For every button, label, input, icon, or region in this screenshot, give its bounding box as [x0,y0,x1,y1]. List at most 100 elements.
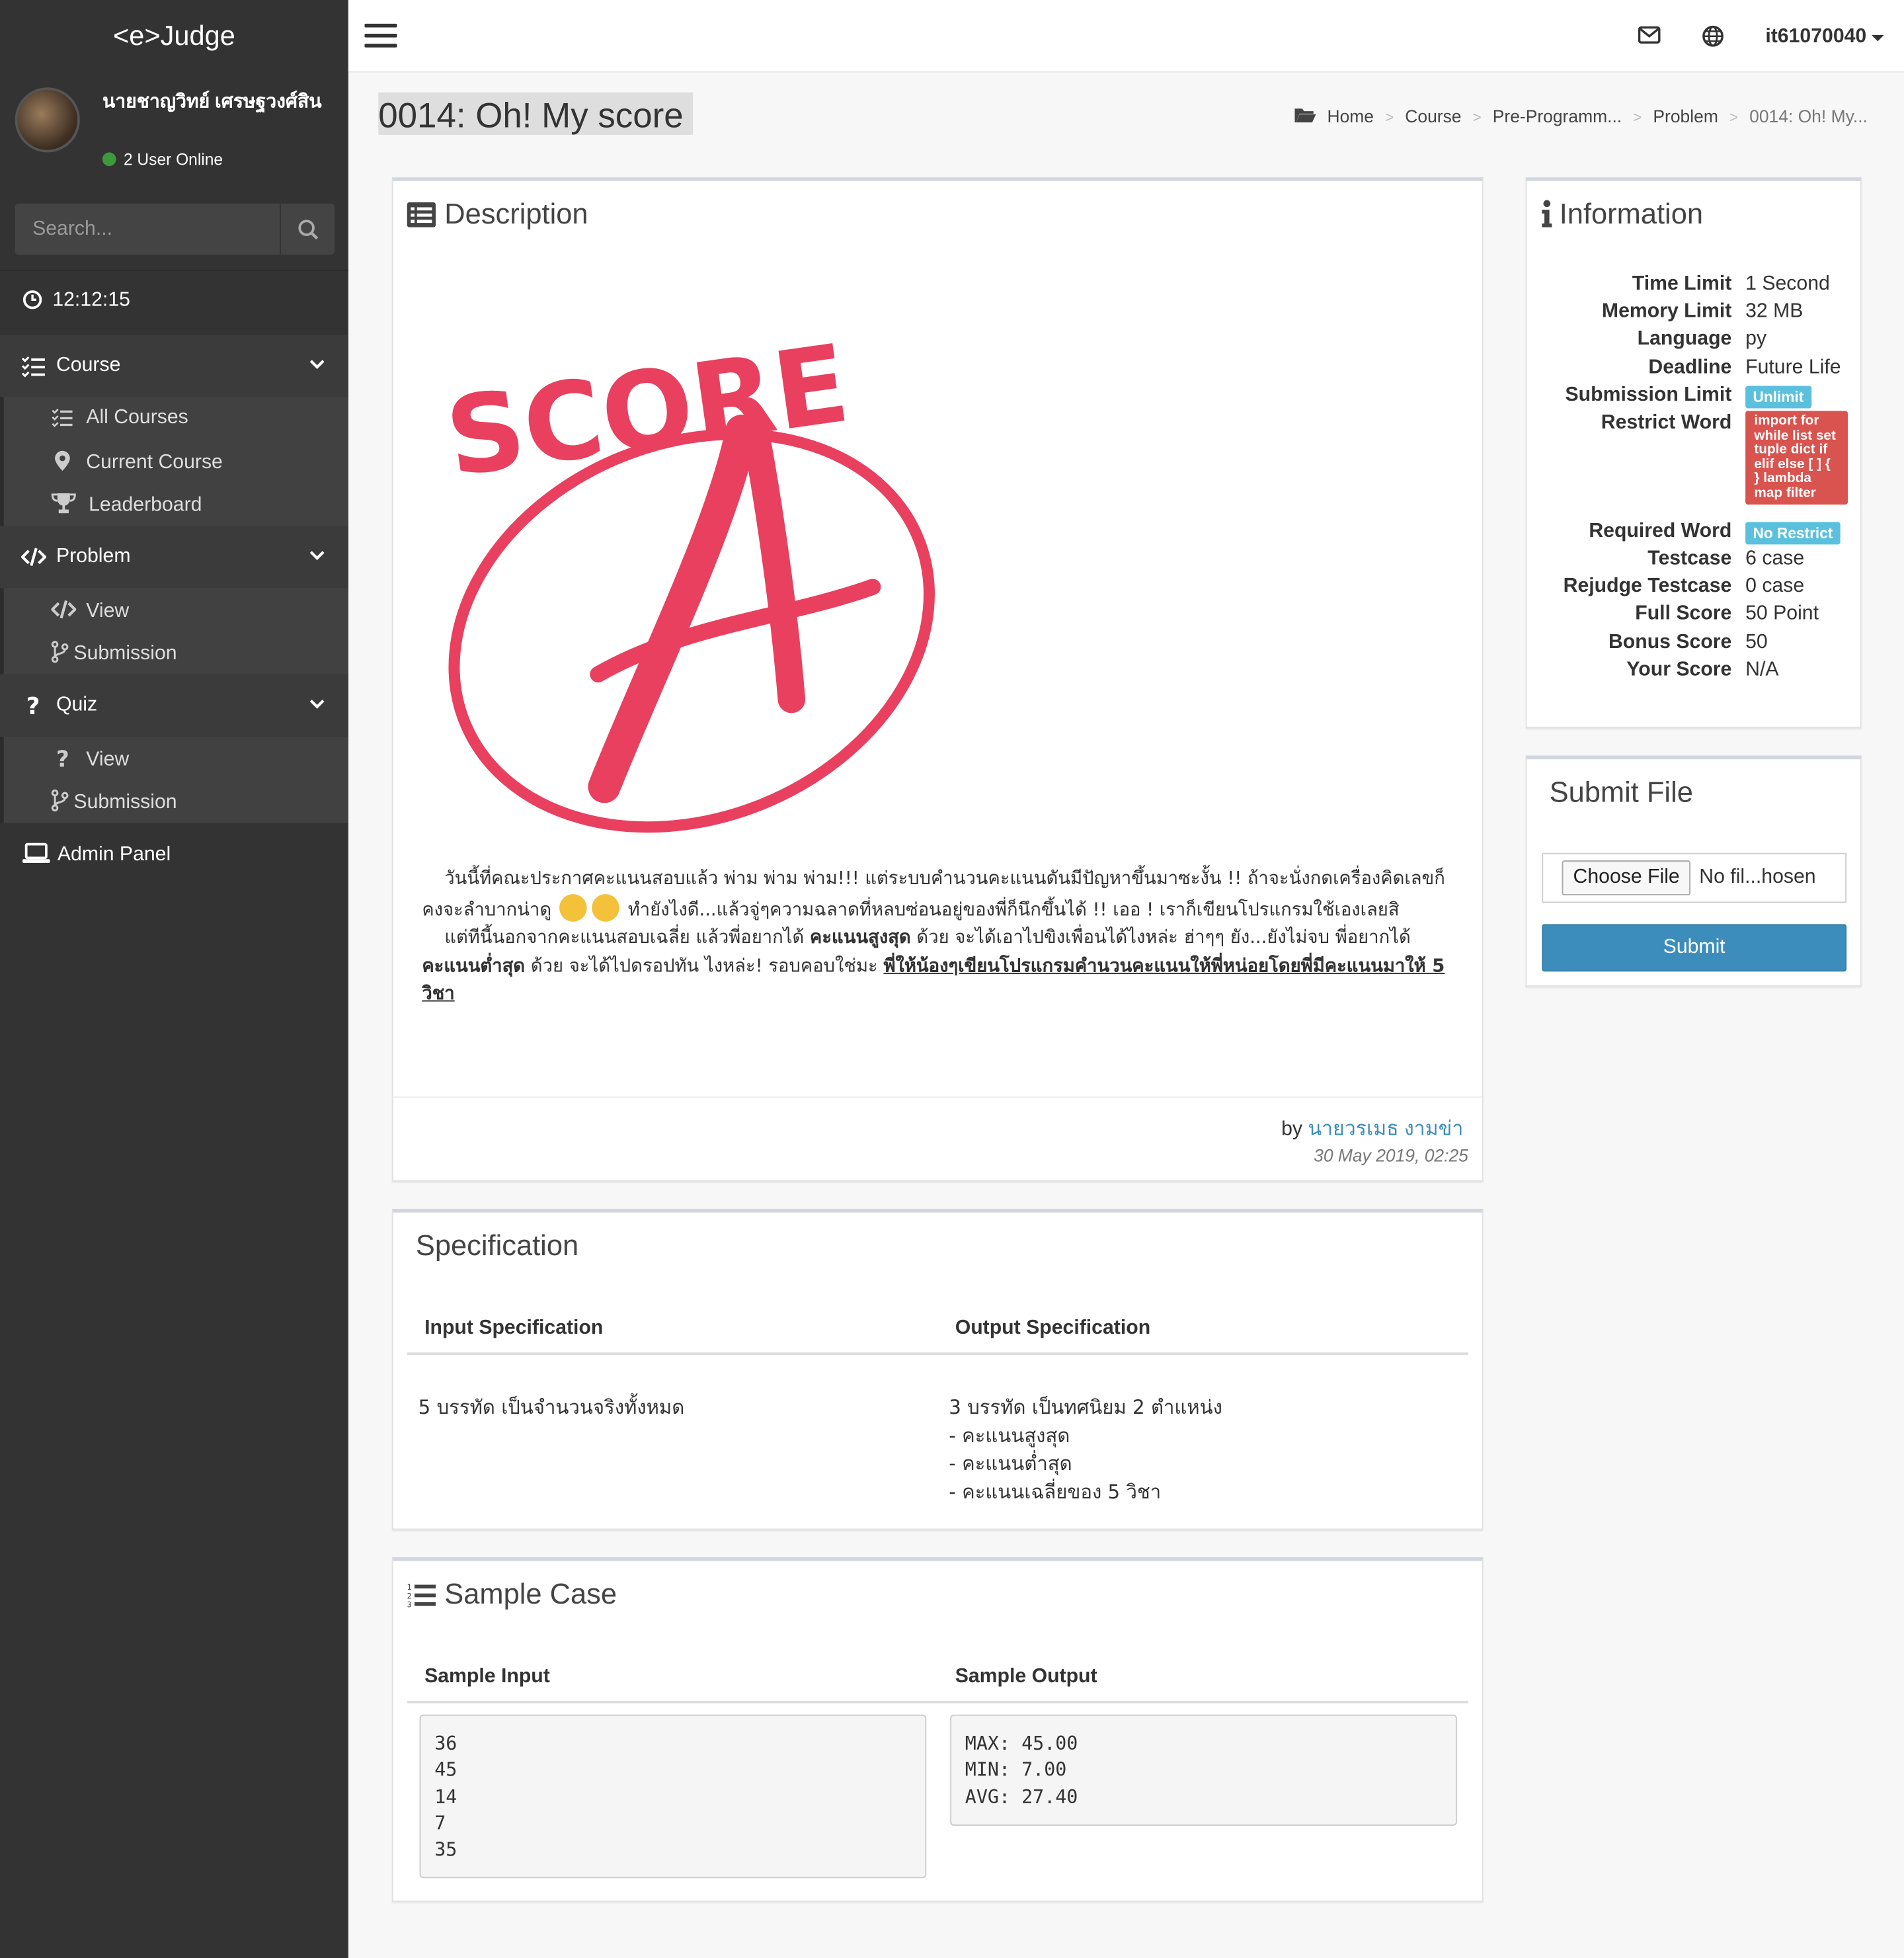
specification-title: Specification [415,1229,579,1262]
info-key: Bonus Score [1608,632,1732,653]
sidebar-item-admin-panel[interactable]: Admin Panel [22,842,171,867]
file-input[interactable]: Choose File No fil...hosen [1542,852,1847,903]
info-required-word: Required Word No Restrict [1527,521,1862,549]
list-alt-icon [407,202,436,227]
code-icon [21,548,46,567]
input-spec-text: 5 บรรทัด เป็นจำนวนจริงทั้งหมด [418,1396,685,1419]
user-name: นายชาญวิทย์ เศรษฐวงศ์สิน [102,91,322,112]
envelope-icon[interactable] [1638,25,1661,45]
author-link[interactable]: นายวรเมธ งามข่า [1308,1119,1463,1140]
description-body: วันนี้ที่คณะประกาศคะแนนสอบแล้ว พ่าม พ่าม… [422,866,1458,1008]
info-value: 32 MB [1745,301,1804,323]
info-key: Testcase [1647,548,1732,570]
sidebar-item-label: Admin Panel [57,844,171,866]
info-key: Deadline [1648,357,1732,379]
brand-logo[interactable]: <e>Judge [0,0,348,73]
score-a-image: SCORE A [439,321,935,833]
information-title-text: Information [1559,197,1704,230]
sidebar-item-label: All Courses [86,407,188,428]
file-status: No fil...hosen [1699,866,1816,888]
info-value: py [1745,328,1767,350]
info-testcase: Testcase 6 case [1527,548,1862,576]
chevron-down-icon [309,551,325,561]
sidebar-menu-label: Quiz [56,694,98,716]
question-icon: ? [56,747,69,773]
submit-button[interactable]: Submit [1542,924,1847,972]
search-icon [298,219,318,239]
folder-open-icon [1294,108,1316,123]
problem-submenu: View Submission [0,588,348,674]
chevron-down-icon [309,699,325,709]
clock-time: 12:12:15 [52,290,130,311]
score-image-text: SCORE [439,321,856,501]
status-badge: No Restrict [1745,522,1841,545]
chevron-down-icon [309,360,325,370]
sidebar-item-label: Submission [73,643,177,665]
sidebar-menu-quiz[interactable]: ? Quiz [0,674,348,737]
search-button[interactable] [280,203,335,255]
choose-file-button[interactable]: Choose File [1562,860,1691,896]
info-key: Restrict Word [1601,412,1732,434]
description-text: ด้วย จะได้ไปดรอปทัน ไงหล่ะ! รอบคอบใช่มะ [525,956,884,976]
sidebar-menu-course[interactable]: Course [0,335,348,397]
breadcrumb: Home > Course > Pre-Programm... > Problem >0014… [1294,106,1868,126]
divider [407,1701,1468,1703]
output-spec-line: - คะแนนสูงสุด [949,1424,1070,1447]
info-icon [1542,200,1552,227]
divider [407,1352,1468,1356]
status-badge: import for while list set tuple dict if … [1745,411,1848,505]
sidebar-item-label: View [86,749,130,771]
user-menu[interactable]: it61070040 [1765,26,1885,49]
input-spec-header: Input Specification [424,1317,604,1339]
output-spec-list: 3 บรรทัด เป็นทศนิยม 2 ตำแหน่ง - คะแนนสูง… [949,1394,1222,1506]
status-badge: Unlimit [1745,386,1811,409]
description-bold-text: คะแนนสูงสุด [810,928,911,948]
breadcrumb-problem[interactable]: Problem [1653,106,1718,126]
submit-file-panel: Submit File Choose File No fil...hosen S… [1525,755,1862,987]
sidebar-menu-problem[interactable]: Problem [0,526,348,589]
breadcrumb-pre-programming[interactable]: Pre-Programm... [1493,106,1622,126]
info-value: 50 Point [1745,603,1819,625]
breadcrumb-current: 0014: Oh! My... [1749,106,1868,126]
sidebar-item-leaderboard[interactable]: Leaderboard [51,492,202,517]
sample-input-block: 36 45 14 7 35 [419,1714,927,1879]
info-key: Your Score [1626,659,1732,681]
svg-text:3: 3 [407,1600,412,1607]
info-value: 1 Second [1745,273,1830,295]
info-rejudge-testcase: Rejudge Testcase 0 case [1527,576,1862,604]
course-submenu: All Courses Current Course Leaderboard [0,397,348,526]
sidebar: <e>Judge นายชาญวิทย์ เศรษฐวงศ์สิน 2 User… [0,0,348,1958]
info-deadline: Deadline Future Life [1527,357,1862,385]
code-icon [50,600,77,619]
sidebar-item-label: Submission [73,792,177,813]
svg-text:2: 2 [407,1591,412,1600]
description-text: แต่ทีนี้นอกจากคะแนนสอบเฉลี่ย แล้วพี่อยาก… [444,928,811,948]
breadcrumb-home[interactable]: Home [1327,106,1374,126]
output-spec-line: - คะแนนเฉลี่ยของ 5 วิชา [949,1480,1162,1503]
info-value: 0 case [1745,575,1805,597]
menu-toggle-icon[interactable] [364,23,397,49]
sidebar-item-quiz-view[interactable]: ? View [51,747,130,773]
info-key: Full Score [1635,603,1732,625]
output-spec-line: - คะแนนต่ำสุด [949,1452,1072,1475]
online-status: 2 User Online [102,150,223,169]
sidebar-item-problem-submission[interactable]: Submission [51,641,177,666]
search-input[interactable] [15,203,280,255]
sidebar-item-problem-view[interactable]: View [50,598,129,624]
sidebar-item-quiz-submission[interactable]: Submission [51,789,177,815]
code-branch-icon [51,789,69,812]
sidebar-item-current-course[interactable]: Current Course [51,450,223,475]
sidebar-item-all-courses[interactable]: All Courses [51,407,188,430]
globe-icon[interactable] [1702,25,1724,48]
breadcrumb-course[interactable]: Course [1405,106,1461,126]
info-value: Future Life [1745,357,1841,379]
information-panel: Information Time Limit 1 Second Memory Li… [1525,177,1862,728]
question-icon: ? [26,693,40,718]
list-ol-icon: 123 [407,1582,436,1609]
description-text: ด้วย จะได้เอาไปขิงเพื่อนได้ไงหล่ะ ฮ่าๆๆ … [910,928,1411,948]
info-full-score: Full Score 50 Point [1527,603,1862,631]
list-check-icon [52,409,73,428]
svg-text:?: ? [56,747,69,769]
by-prefix: by [1281,1119,1308,1141]
clock: 12:12:15 [22,290,130,312]
